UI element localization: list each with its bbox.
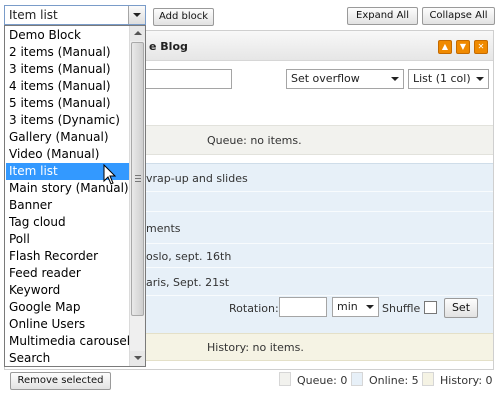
item-title: ments [146,222,181,235]
listbox-scrollbar[interactable] [129,26,145,366]
remove-selected-button[interactable]: Remove selected [10,372,111,390]
block-type-value: Item list [9,8,58,22]
panel-title: e Blog [149,40,188,53]
layout-select[interactable]: List (1 col) [408,69,489,89]
chevron-down-icon[interactable] [128,6,145,24]
move-up-icon[interactable]: ▲ [438,40,452,54]
list-item[interactable]: 2 items (Manual) [6,44,130,61]
list-item[interactable]: 3 items (Dynamic) [6,112,130,129]
cursor-icon [103,164,117,185]
list-item[interactable]: Feed reader [6,265,130,282]
rotation-unit-value: min [337,300,358,313]
list-item[interactable]: Flash Recorder [6,248,130,265]
shuffle-label: Shuffle [382,302,421,315]
list-item[interactable]: Google Map [6,299,130,316]
block-type-select[interactable]: Item list [4,5,146,25]
chevron-down-icon [476,77,484,81]
add-block-button[interactable]: Add block [153,8,214,26]
list-item[interactable]: Online Users [6,316,130,333]
scroll-up-icon[interactable] [130,26,145,41]
list-item[interactable]: Search [6,350,130,366]
rotation-input[interactable] [279,297,327,317]
chevron-down-icon [391,77,399,81]
queue-empty-text: Queue: no items. [207,134,302,147]
online-count: Online: 5 [369,374,419,387]
overflow-select-value: Set overflow [291,72,360,85]
queue-count: Queue: 0 [297,374,348,387]
list-item[interactable]: Tag cloud [6,214,130,231]
online-legend-swatch [351,372,363,386]
list-item[interactable]: 5 items (Manual) [6,95,130,112]
list-item[interactable]: Poll [6,231,130,248]
rotation-label: Rotation: [229,302,279,315]
expand-all-button[interactable]: Expand All [347,7,418,25]
collapse-all-button[interactable]: Collapse All [422,7,495,25]
scrollbar-thumb[interactable] [131,42,144,316]
list-item[interactable]: Video (Manual) [6,146,130,163]
shuffle-checkbox[interactable] [424,301,437,314]
block-type-listbox[interactable]: Demo Block 2 items (Manual) 3 items (Man… [4,25,146,367]
item-title: oslo, sept. 16th [146,250,232,263]
item-title: aris, Sept. 21st [146,276,230,289]
move-down-icon[interactable]: ▼ [456,40,470,54]
list-item[interactable]: Keyword [6,282,130,299]
list-item[interactable]: 3 items (Manual) [6,61,130,78]
history-count: History: 0 [440,374,493,387]
layout-select-value: List (1 col) [413,72,471,85]
history-empty-text: History: no items. [207,341,304,354]
close-icon[interactable]: ✕ [474,40,488,54]
queue-legend-swatch [279,372,291,386]
set-button[interactable]: Set [444,298,478,318]
chevron-down-icon [366,305,374,309]
list-item[interactable]: 4 items (Manual) [6,78,130,95]
overflow-select[interactable]: Set overflow [286,69,404,89]
item-title: vrap-up and slides [146,172,248,185]
history-legend-swatch [422,372,434,386]
list-item[interactable]: Gallery (Manual) [6,129,130,146]
rotation-unit-select[interactable]: min [332,297,379,317]
list-item[interactable]: Demo Block [6,27,130,44]
scroll-down-icon[interactable] [130,351,145,366]
list-item[interactable]: Multimedia carousel [6,333,130,350]
grip-icon [135,175,141,176]
list-item[interactable]: Banner [6,197,130,214]
block-title-input[interactable] [141,69,232,89]
